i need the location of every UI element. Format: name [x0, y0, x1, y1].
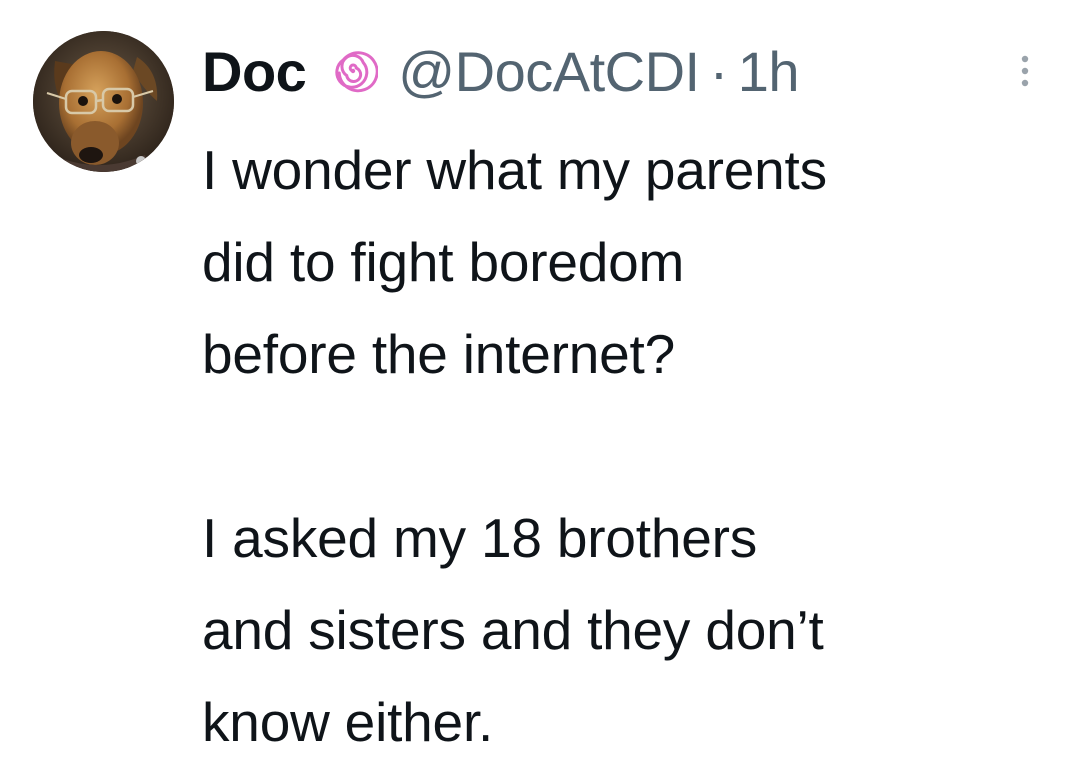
tweet-paragraph: I wonder what my parents did to fight bo… [202, 124, 1062, 400]
tweet-text-line: and sisters and they don’t [202, 599, 824, 661]
tweet-paragraph: I asked my 18 brothers and sisters and t… [202, 492, 1062, 768]
separator-dot: · [709, 39, 729, 103]
author-handle[interactable]: @DocAtCDI [398, 39, 700, 104]
tweet-text-line: I asked my 18 brothers [202, 507, 758, 569]
avatar[interactable] [33, 31, 174, 172]
tweet-text-line: before the internet? [202, 323, 676, 385]
tweet-text-line: I wonder what my parents [202, 139, 827, 201]
pink-spiral-icon [328, 46, 379, 96]
tweet-text: I wonder what my parents did to fight bo… [202, 124, 1062, 768]
tweet-text-line: know either. [202, 691, 494, 753]
author-display-name[interactable]: Doc [202, 39, 307, 104]
timestamp[interactable]: 1h [738, 39, 800, 104]
more-vertical-icon[interactable] [1010, 50, 1040, 92]
tweet-text-line: did to fight boredom [202, 231, 685, 293]
tweet-header: Doc @DocAtCDI · 1h [202, 39, 800, 104]
dog-with-glasses-avatar-icon [33, 31, 174, 172]
tweet[interactable]: Doc @DocAtCDI · 1h I wonder what my pare… [0, 0, 1080, 776]
